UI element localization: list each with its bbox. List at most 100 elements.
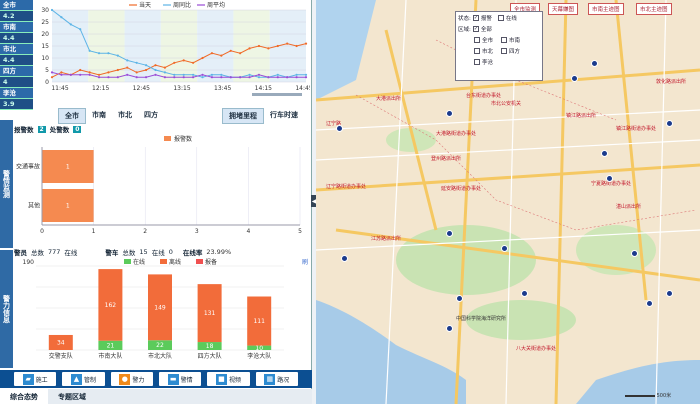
category-label: 市北大队 bbox=[148, 352, 172, 360]
y-tick-label: 30 bbox=[41, 7, 49, 14]
map-place-label[interactable]: 江苏路派出所 bbox=[371, 235, 401, 242]
series-point bbox=[79, 28, 82, 31]
layer-button-1[interactable]: ▲ 管制 bbox=[62, 372, 105, 386]
map-place-label[interactable]: 登州路派出所 bbox=[431, 155, 461, 162]
area-city-checkbox[interactable] bbox=[474, 37, 480, 43]
legend-label: 当天 bbox=[139, 1, 151, 9]
layer-button-label: 管制 bbox=[83, 376, 96, 384]
map-place-label[interactable]: 八大关街道办事处 bbox=[516, 345, 556, 352]
series-point bbox=[257, 44, 261, 48]
series-point bbox=[163, 66, 166, 69]
area-licang-checkbox[interactable] bbox=[474, 59, 480, 65]
series-point bbox=[163, 71, 166, 74]
police-marker-icon[interactable] bbox=[336, 125, 343, 132]
metric-tab-0[interactable]: 拥堵里程 bbox=[222, 108, 264, 124]
layer-button-2[interactable]: ● 警力 bbox=[110, 372, 153, 386]
layer-button-4[interactable]: ■ 视频 bbox=[207, 372, 250, 386]
police-marker-icon[interactable] bbox=[601, 150, 608, 157]
metric-tab-1[interactable]: 行车时速 bbox=[264, 108, 304, 124]
map-place-label[interactable]: 敦化路派出所 bbox=[656, 78, 686, 85]
x-tick-label: 12:45 bbox=[133, 85, 150, 92]
area-shinan-checkbox[interactable] bbox=[501, 37, 508, 43]
map-place-label[interactable]: 台东街道办事处 bbox=[466, 92, 501, 99]
legend-swatch bbox=[164, 136, 171, 141]
police-marker-icon[interactable] bbox=[341, 255, 348, 262]
map-layer-tab-2[interactable]: 市南主迹图 bbox=[588, 3, 624, 15]
zone-tab-0[interactable]: 全市 bbox=[58, 108, 86, 124]
area-shibei-checkbox[interactable] bbox=[474, 48, 480, 54]
series-point bbox=[69, 73, 72, 76]
x-tick-label: 14:45 bbox=[295, 85, 310, 92]
police-marker-icon[interactable] bbox=[591, 60, 598, 67]
x-tick-label: 0 bbox=[40, 228, 44, 235]
map-layer-tab-1[interactable]: 天幕嫌图 bbox=[548, 3, 579, 15]
area-sifang-label: 四方 bbox=[509, 49, 521, 55]
traffic-index-chart: 30 25 20 15 10 5 011:45 12:15 12:45 13:15 13:45 14:… bbox=[41, 1, 310, 96]
map-place-label[interactable]: 大港路街道办事处 bbox=[436, 130, 476, 137]
police-marker-icon[interactable] bbox=[501, 245, 508, 252]
bar-data-label: 162 bbox=[105, 302, 117, 309]
car-total-value: 15 bbox=[139, 248, 148, 256]
footer-tab-1[interactable]: 专题区域 bbox=[48, 389, 96, 404]
area-city-label: 全市 bbox=[482, 38, 494, 44]
area-all-checkbox[interactable]: ✓ bbox=[472, 26, 479, 32]
map-place-label[interactable]: 湛山派出所 bbox=[616, 203, 641, 210]
map-layer-tab-3[interactable]: 市北主迹图 bbox=[636, 3, 672, 15]
police-marker-icon[interactable] bbox=[446, 110, 453, 117]
category-label: 四方大队 bbox=[198, 352, 222, 360]
zone-tab-3[interactable]: 四方 bbox=[138, 108, 164, 124]
map-place-label[interactable]: 镇江路派出所 bbox=[566, 112, 596, 119]
police-marker-icon[interactable] bbox=[666, 290, 673, 297]
police-marker-icon[interactable] bbox=[446, 230, 453, 237]
map-place-label[interactable]: 市北公安机关 bbox=[491, 100, 521, 107]
map-place-label[interactable]: 中国科学院海洋研究所 bbox=[456, 315, 506, 322]
series-point bbox=[286, 42, 289, 45]
series-point bbox=[201, 56, 204, 60]
map-place-label[interactable]: 辽宁路街道办事处 bbox=[326, 183, 366, 190]
layer-button-3[interactable]: ▬ 警情 bbox=[158, 372, 202, 386]
police-marker-icon[interactable] bbox=[646, 300, 653, 307]
area-shinan-label: 市南 bbox=[509, 38, 521, 44]
x-tick-label: 3 bbox=[195, 228, 199, 235]
bar-data-label: 34 bbox=[57, 339, 65, 346]
series-point bbox=[107, 76, 110, 79]
map-place-label[interactable]: 大港派出所 bbox=[376, 95, 401, 102]
car-icon: ▬ bbox=[167, 373, 179, 385]
series-point bbox=[304, 76, 308, 79]
map-place-label[interactable]: 延安路街道办事处 bbox=[441, 185, 481, 192]
layer-button-label: 警情 bbox=[180, 376, 193, 384]
footer-tab-0[interactable]: 综合态势 bbox=[0, 389, 48, 404]
status-alert-checkbox[interactable]: ✓ bbox=[472, 15, 479, 21]
layer-button-label: 警力 bbox=[132, 376, 145, 384]
map-place-label[interactable]: 镇江路街道办事处 bbox=[616, 125, 656, 132]
series-point bbox=[88, 49, 91, 52]
police-marker-icon[interactable] bbox=[666, 120, 673, 127]
bar-data-label: 111 bbox=[253, 318, 265, 325]
layer-button-5[interactable]: ▦ 路况 bbox=[255, 372, 298, 386]
status-online-checkbox[interactable] bbox=[497, 15, 504, 21]
refresh-link[interactable]: 刷 bbox=[302, 258, 308, 266]
series-point bbox=[88, 71, 91, 74]
report-count-value: 2 bbox=[37, 125, 46, 133]
area-sifang-checkbox[interactable] bbox=[501, 48, 508, 54]
police-marker-icon[interactable] bbox=[521, 290, 528, 297]
police-marker-icon[interactable] bbox=[606, 175, 613, 182]
layer-button-0[interactable]: ▰ 施工 bbox=[14, 372, 57, 386]
legend-swatch bbox=[124, 259, 131, 264]
series-point bbox=[144, 76, 148, 79]
series-point bbox=[239, 76, 242, 79]
police-marker-icon[interactable] bbox=[571, 75, 578, 82]
series-point bbox=[192, 73, 195, 76]
police-marker-icon[interactable] bbox=[631, 250, 638, 257]
grid-icon: ▦ bbox=[264, 373, 276, 385]
category-label: 交警支队 bbox=[49, 352, 73, 360]
zone-tab-1[interactable]: 市南 bbox=[86, 108, 112, 124]
zone-label-0[interactable]: 全市 bbox=[0, 0, 33, 11]
police-marker-icon[interactable] bbox=[446, 325, 453, 332]
zone-tab-2[interactable]: 市北 bbox=[112, 108, 138, 124]
y-tick-label: 10 bbox=[41, 55, 49, 62]
y-tick-label: 15 bbox=[41, 43, 49, 50]
bar-data-label: 10 bbox=[255, 345, 263, 352]
police-marker-icon[interactable] bbox=[456, 295, 463, 302]
series-point bbox=[173, 76, 176, 79]
